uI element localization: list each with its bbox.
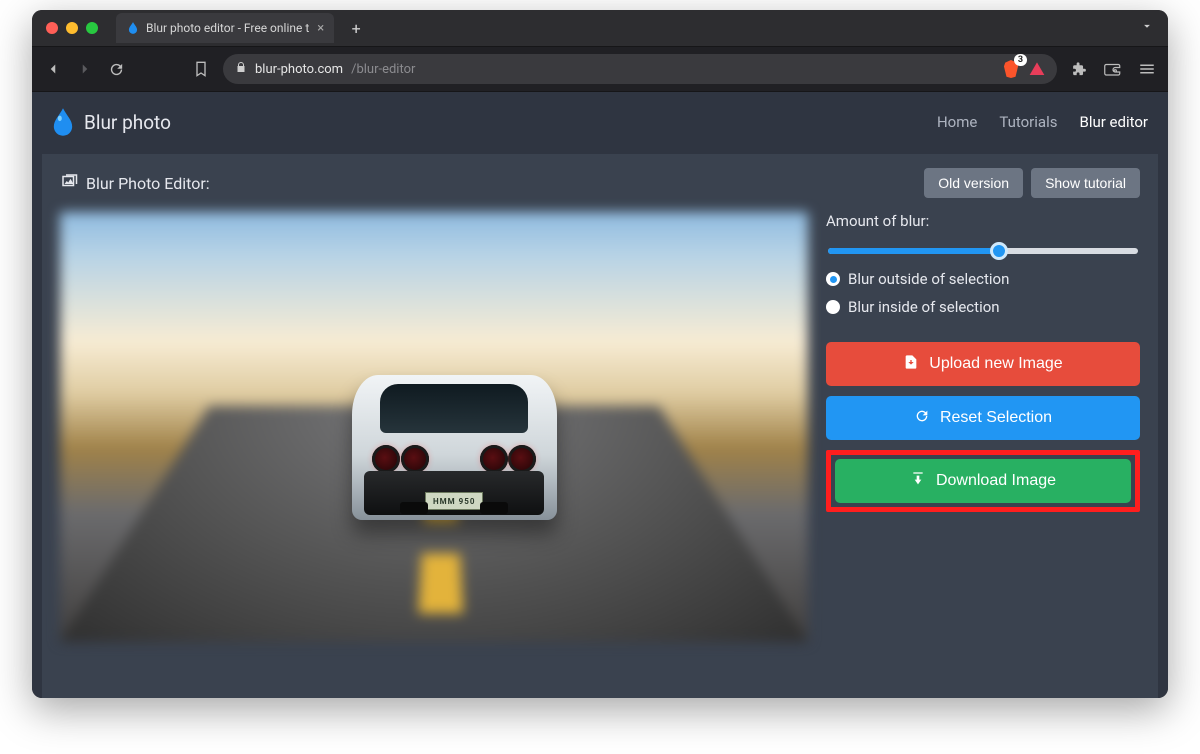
upload-label: Upload new Image [929, 355, 1062, 373]
download-label: Download Image [936, 472, 1056, 490]
close-window-button[interactable] [46, 22, 58, 34]
bookmark-icon[interactable] [193, 61, 209, 77]
menu-icon[interactable] [1138, 60, 1156, 78]
lock-icon [235, 61, 247, 77]
close-tab-icon[interactable]: × [317, 21, 324, 36]
radio-dot-icon [826, 272, 840, 286]
forward-icon[interactable] [76, 60, 94, 78]
titlebar: Blur photo editor - Free online t × + [32, 10, 1168, 46]
radio-inside-label: Blur inside of selection [848, 298, 1000, 316]
extensions-icon[interactable] [1071, 61, 1088, 78]
drop-icon [126, 21, 140, 35]
nav-home[interactable]: Home [937, 113, 977, 131]
radio-blur-outside[interactable]: Blur outside of selection [826, 270, 1140, 288]
images-icon [60, 172, 78, 194]
editor-main: HMM 950 Amount of blur: [60, 212, 1140, 642]
annotation-highlight: Download Image [826, 450, 1140, 512]
radio-outside-label: Blur outside of selection [848, 270, 1009, 288]
page-content: Blur photo Home Tutorials Blur editor Bl… [32, 92, 1168, 698]
car-subject: HMM 950 [352, 375, 557, 520]
window-menu-chevron-icon[interactable] [1140, 19, 1154, 37]
old-version-button[interactable]: Old version [924, 168, 1023, 198]
nav-blur-editor[interactable]: Blur editor [1079, 113, 1148, 131]
site-header: Blur photo Home Tutorials Blur editor [32, 92, 1168, 152]
new-tab-button[interactable]: + [344, 16, 368, 40]
brand-name: Blur photo [84, 111, 171, 134]
warning-triangle-icon[interactable] [1029, 61, 1045, 77]
blur-amount-slider[interactable] [828, 248, 1138, 254]
drop-icon [52, 108, 74, 136]
amount-of-blur-label: Amount of blur: [826, 212, 1140, 230]
reset-selection-button[interactable]: Reset Selection [826, 396, 1140, 440]
url-bar[interactable]: blur-photo.com/blur-editor 3 [223, 54, 1057, 84]
editor-panel: Blur Photo Editor: Old version Show tuto… [42, 154, 1158, 698]
maximize-window-button[interactable] [86, 22, 98, 34]
show-tutorial-button[interactable]: Show tutorial [1031, 168, 1140, 198]
minimize-window-button[interactable] [66, 22, 78, 34]
tab-title: Blur photo editor - Free online t [146, 21, 309, 35]
shield-count: 3 [1014, 54, 1027, 66]
refresh-icon [914, 408, 930, 429]
wallet-icon[interactable] [1104, 60, 1122, 78]
upload-file-icon [903, 354, 919, 375]
browser-tab[interactable]: Blur photo editor - Free online t × [116, 13, 334, 43]
controls-sidebar: Amount of blur: Blur outside of selectio… [826, 212, 1140, 642]
download-icon [910, 471, 926, 492]
window-controls [46, 22, 98, 34]
nav-tutorials[interactable]: Tutorials [999, 113, 1057, 131]
browser-toolbar: blur-photo.com/blur-editor 3 [32, 46, 1168, 92]
upload-image-button[interactable]: Upload new Image [826, 342, 1140, 386]
radio-dot-icon [826, 300, 840, 314]
license-plate: HMM 950 [425, 492, 483, 510]
browser-window: Blur photo editor - Free online t × + bl… [32, 10, 1168, 698]
url-path: /blur-editor [351, 62, 415, 77]
toolbar-right [1071, 60, 1156, 78]
slider-thumb[interactable] [990, 242, 1008, 260]
editor-title: Blur Photo Editor: [86, 174, 210, 193]
site-nav: Home Tutorials Blur editor [937, 113, 1148, 131]
url-domain: blur-photo.com [255, 62, 343, 77]
reload-icon[interactable] [108, 61, 125, 78]
brave-shield-icon[interactable]: 3 [1003, 60, 1019, 78]
image-canvas[interactable]: HMM 950 [60, 212, 808, 642]
back-icon[interactable] [44, 60, 62, 78]
reset-label: Reset Selection [940, 409, 1052, 427]
radio-blur-inside[interactable]: Blur inside of selection [826, 298, 1140, 316]
page-body: Blur Photo Editor: Old version Show tuto… [42, 154, 1158, 698]
download-image-button[interactable]: Download Image [835, 459, 1131, 503]
editor-topbar: Blur Photo Editor: Old version Show tuto… [60, 168, 1140, 198]
